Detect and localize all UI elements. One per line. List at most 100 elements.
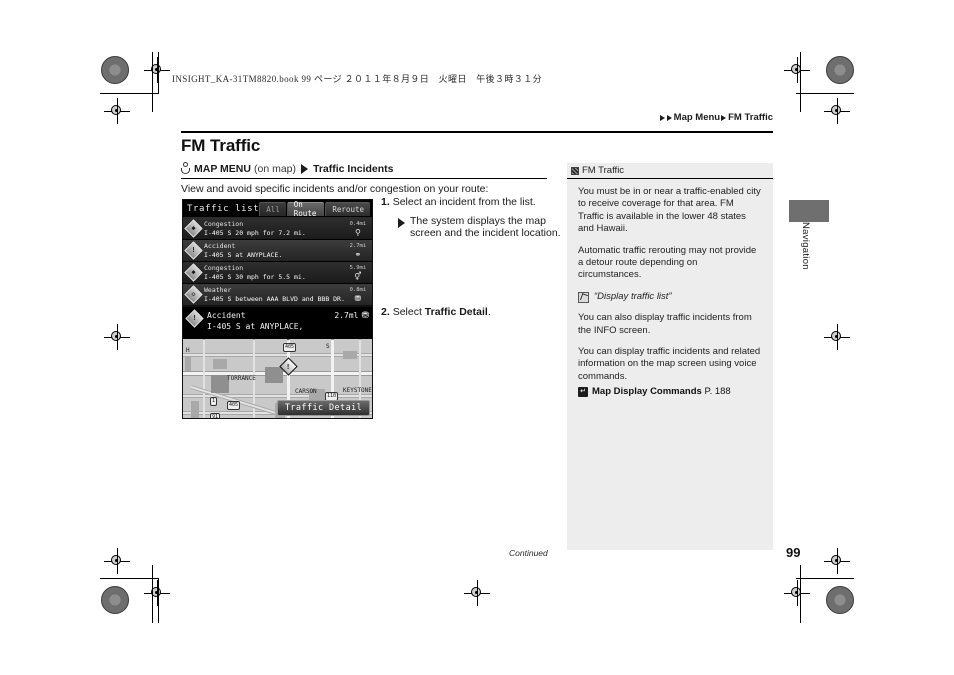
print-registration-dot-top-right (826, 56, 854, 84)
banner-type: Accident (207, 311, 246, 320)
step-1-substep-text: The system displays the map screen and t… (410, 215, 561, 239)
registration-mark-right-upper (824, 98, 850, 124)
map-label: CARSON (295, 388, 317, 395)
map-block (185, 357, 191, 371)
row-distance: 5.9mi (349, 264, 367, 271)
crop-line-bottomright-h (796, 578, 854, 579)
print-registration-dot-top-left (101, 56, 129, 84)
table-row[interactable]: ◇ Weather I-405 S between AAA BLVD and B… (183, 284, 372, 305)
crop-line-top-v2 (158, 52, 159, 94)
registration-mark-right-middle (824, 324, 850, 350)
note-panel: FM Traffic You must be in or near a traf… (567, 163, 773, 550)
map-label: KEYSTONE (343, 387, 372, 394)
cross-reference-title: Map Display Commands (592, 386, 702, 398)
row-symbol-icon: ⚭ (354, 249, 362, 259)
button-reroute[interactable]: Reroute (325, 201, 370, 216)
incident-map-pin[interactable]: ! (279, 357, 298, 376)
row-type: Weather (204, 285, 232, 294)
row-text: Accident I-405 S at ANYPLACE. (204, 242, 345, 260)
note-paragraph-3: You can also display traffic incidents f… (578, 312, 752, 336)
continued-label: Continued (509, 548, 548, 558)
crop-line-bottom-h (100, 578, 158, 579)
table-row[interactable]: ◆ Congestion I-405 S 20 mph for 7.2 mi. … (183, 218, 372, 240)
print-registration-dot-bottom-right (826, 586, 854, 614)
row-distance: 0.8mi (349, 286, 367, 293)
registration-mark-bottom-right-inner (784, 580, 810, 606)
traffic-list-body: ◆ Congestion I-405 S 20 mph for 7.2 mi. … (183, 218, 372, 305)
command-menu-label: MAP MENU (194, 162, 251, 175)
triangle-right-icon-2 (666, 114, 672, 121)
title-divider (181, 131, 773, 133)
traffic-list-header: Traffic list All On Route Reroute (183, 200, 372, 218)
breadcrumb: Map Menu FM Traffic (659, 112, 773, 123)
registration-mark-left-lower (104, 548, 130, 574)
registration-mark-bottom-left-inner (144, 580, 170, 606)
map-pin-tail (283, 339, 293, 341)
triangle-right-icon (659, 114, 665, 121)
crop-line-top-h (100, 93, 158, 94)
page-number: 99 (786, 545, 801, 560)
map-screenshot: ! Accident I-405 S at ANYPLACE, 2.7ml ⛃ … (182, 306, 373, 419)
crop-line-topright-h (796, 93, 854, 94)
voice-command-line: “Display traffic list” (578, 291, 762, 303)
row-text: Weather I-405 S between AAA BLVD and BBB… (204, 286, 345, 304)
row-detail: I-405 S at ANYPLACE. (204, 250, 283, 259)
crop-line-bottom-v2 (158, 578, 159, 623)
row-distance: 2.7mi (349, 242, 367, 249)
row-meta: 0.8mi ⛃ (345, 286, 372, 304)
table-row[interactable]: ◆ Congestion I-405 S 30 mph for 5.5 mi. … (183, 262, 372, 284)
table-row[interactable]: ! Accident I-405 S at ANYPLACE. 2.7mi ⚭ (183, 240, 372, 262)
banner-symbol-icon: ⛃ (361, 311, 369, 321)
note-icon (571, 166, 579, 175)
map-block (343, 351, 357, 359)
map-block (191, 401, 199, 418)
row-symbol-icon: ⚲ (354, 227, 361, 237)
command-underline (181, 178, 547, 179)
note-panel-header: FM Traffic (567, 163, 773, 179)
triangle-right-icon-4 (301, 163, 308, 174)
row-detail: I-405 S 30 mph for 5.5 mi. (204, 272, 306, 281)
voice-command-icon (578, 291, 589, 303)
traffic-detail-button[interactable]: Traffic Detail (277, 400, 370, 416)
command-target-label: Traffic Incidents (313, 162, 394, 175)
crop-line-bottom-v (152, 565, 153, 623)
triangle-right-icon-5 (398, 218, 405, 228)
step-2-text-pre: Select (392, 306, 425, 318)
registration-mark-top-left-inner (144, 57, 170, 83)
traffic-list-title: Traffic list (187, 203, 260, 214)
note-panel-body: You must be in or near a traffic-enabled… (567, 179, 773, 397)
step-2-number: 2. (381, 306, 390, 318)
row-meta: 2.7mi ⚭ (345, 242, 372, 260)
triangle-right-icon-3 (721, 114, 727, 121)
map-road (203, 339, 205, 418)
side-tab-navigation: Navigation (800, 222, 811, 270)
step-2-button-name: Traffic Detail (424, 306, 488, 318)
weather-icon: ◇ (184, 285, 203, 304)
traffic-list-tabs: All On Route Reroute (259, 200, 372, 218)
crop-line-topright-v (800, 52, 801, 112)
cross-reference-icon: ↵ (578, 386, 588, 397)
row-symbol-icon: ⚥ (354, 271, 362, 281)
row-distance: 0.4mi (349, 220, 367, 227)
route-shield-icon: 91 (210, 413, 221, 418)
step-1-substep: The system displays the map screen and t… (398, 215, 563, 239)
registration-mark-left-middle (104, 324, 130, 350)
voice-command-text: “Display traffic list” (594, 290, 672, 302)
traffic-list-rows: ◆ Congestion I-405 S 20 mph for 7.2 mi. … (183, 218, 372, 305)
tab-all[interactable]: All (259, 201, 286, 216)
map-canvas[interactable]: TORRANCE CARSON KEYSTONE S H 405 110 1 9… (183, 339, 372, 418)
registration-mark-top-right-inner (784, 57, 810, 83)
map-label: H (186, 347, 190, 354)
map-block (213, 359, 227, 369)
note-paragraph-4: You can display traffic incidents and re… (578, 346, 761, 382)
banner-detail: I-405 S at ANYPLACE, (207, 322, 304, 331)
traffic-list-screenshot: Traffic list All On Route Reroute ◆ Cong… (182, 199, 373, 306)
tab-on-route[interactable]: On Route (286, 200, 325, 218)
accident-icon: ! (185, 309, 204, 328)
note-paragraph-2: Automatic traffic rerouting may not prov… (578, 244, 757, 281)
cross-reference[interactable]: ↵ Map Display Commands P. 188 (578, 386, 762, 397)
step-1-number: 1. (381, 196, 390, 208)
print-registration-dot-bottom-left (101, 586, 129, 614)
hand-press-icon (181, 162, 190, 175)
row-type: Congestion (204, 219, 244, 228)
